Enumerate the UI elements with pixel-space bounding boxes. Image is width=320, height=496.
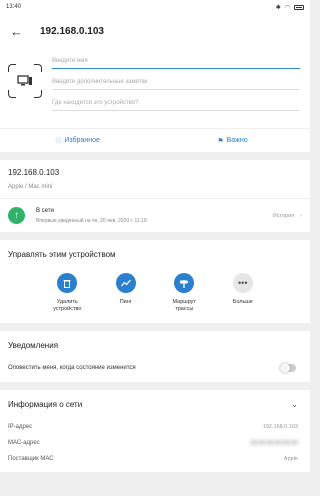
page-title: 192.168.0.103 xyxy=(40,25,104,37)
favorite-button[interactable]: ♡ Избранное xyxy=(0,129,155,152)
history-label: История xyxy=(272,212,295,219)
device-ip: 192.168.0.103 xyxy=(8,168,60,177)
device-vendor: Apple / Mac mini xyxy=(8,184,53,190)
chevron-down-icon: ⌄ xyxy=(291,400,298,409)
ip-row: IP-адрес 192.168.0.103 xyxy=(0,419,310,435)
more-button[interactable]: ••• Больше xyxy=(223,273,263,313)
ping-label: Пинг xyxy=(119,299,132,305)
trash-icon xyxy=(63,279,71,288)
location-input[interactable]: Где находится это устройство? xyxy=(52,90,300,111)
favorites-row: ♡ Избранное ⚑ Важно xyxy=(0,128,310,152)
notifications-title: Уведомления xyxy=(8,341,59,350)
top-card: ← 192.168.0.103 Введите имя Введите допо… xyxy=(0,14,310,152)
device-edit-area: Введите имя Введите дополнительные замет… xyxy=(0,48,310,128)
important-label: Важно xyxy=(226,137,248,144)
chevron-right-icon: › xyxy=(300,212,302,219)
manage-actions: Удалить устройство Пинг Маршрут трассы •… xyxy=(0,259,310,323)
trend-icon xyxy=(120,279,131,287)
device-card: 192.168.0.103 Apple / Mac mini ↑ В сети … xyxy=(0,160,310,232)
notify-row[interactable]: Оповестить меня, когда состояние изменит… xyxy=(0,350,310,382)
more-dots-icon: ••• xyxy=(238,278,248,288)
notify-label: Оповестить меня, когда состояние изменит… xyxy=(8,365,136,371)
wifi-icon: ◠ xyxy=(284,4,290,11)
arrow-up-icon: ↑ xyxy=(8,207,25,224)
ip-label: IP-адрес xyxy=(8,424,33,430)
desktop-icon xyxy=(17,75,32,86)
traceroute-button[interactable]: Маршрут трассы xyxy=(164,273,204,313)
app-bar: ← 192.168.0.103 xyxy=(0,14,310,48)
mac-label: МАС-адрес xyxy=(8,440,40,446)
notify-toggle[interactable] xyxy=(280,363,296,373)
edit-fields: Введите имя Введите дополнительные замет… xyxy=(52,48,300,120)
online-status-row[interactable]: ↑ В сети Впервые увиденный на пн, 20 янв… xyxy=(0,199,310,232)
name-input[interactable]: Введите имя xyxy=(52,48,300,69)
ping-button[interactable]: Пинг xyxy=(106,273,146,313)
manage-title: Управлять этим устройством xyxy=(8,250,116,259)
mac-row: МАС-адрес ■■:■■:■■:■■:■■:■■ xyxy=(0,435,310,451)
remove-device-label: Удалить устройство xyxy=(53,299,82,312)
bluetooth-icon: ✱ xyxy=(275,4,281,11)
manage-card: Управлять этим устройством Удалить устро… xyxy=(0,240,310,323)
more-label: Больше xyxy=(232,299,253,305)
notes-input[interactable]: Введите дополнительные заметки xyxy=(52,69,300,90)
back-arrow-icon[interactable]: ← xyxy=(10,24,32,39)
mac-value-redacted: ■■:■■:■■:■■:■■:■■ xyxy=(250,440,298,446)
mac-vendor-value: Apple xyxy=(283,456,298,462)
signpost-icon xyxy=(180,279,189,288)
battery-icon xyxy=(294,4,304,10)
history-link[interactable]: История › xyxy=(273,213,302,219)
status-bar: 13:40 ✱ ◠ xyxy=(0,0,310,14)
network-header[interactable]: Информация о сети ⌄ xyxy=(0,390,310,409)
ip-value: 192.168.0.103 xyxy=(262,424,298,430)
remove-device-button[interactable]: Удалить устройство xyxy=(47,273,87,313)
first-seen-text: Впервые увиденный на пн, 20 янв. 2020 г.… xyxy=(36,217,147,224)
network-card: Информация о сети ⌄ IP-адрес 192.168.0.1… xyxy=(0,390,310,472)
status-icons: ✱ ◠ xyxy=(276,4,304,11)
notifications-card: Уведомления Оповестить меня, когда состо… xyxy=(0,331,310,382)
flag-icon: ⚑ xyxy=(217,137,224,145)
mac-vendor-label: Поставщик МАС xyxy=(8,456,54,462)
device-icon-frame[interactable] xyxy=(8,64,42,98)
heart-icon: ♡ xyxy=(55,137,62,145)
network-title: Информация о сети xyxy=(8,400,83,409)
online-title: В сети xyxy=(36,207,54,214)
important-button[interactable]: ⚑ Важно xyxy=(155,129,310,152)
status-time: 13:40 xyxy=(6,4,22,10)
mac-vendor-row: Поставщик МАС Apple xyxy=(0,451,310,467)
traceroute-label: Маршрут трассы xyxy=(172,299,196,312)
favorite-label: Избранное xyxy=(64,137,100,144)
